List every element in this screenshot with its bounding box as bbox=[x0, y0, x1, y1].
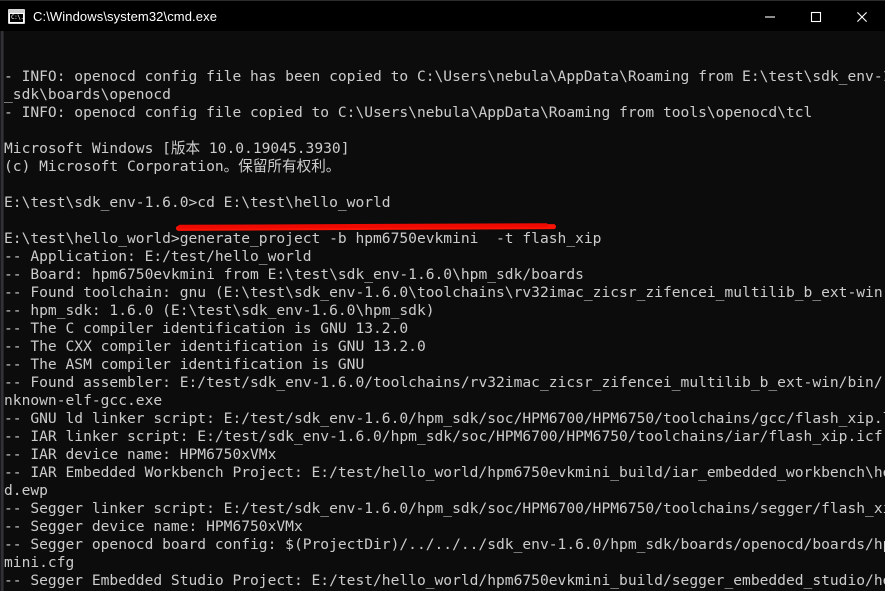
terminal-line: -- Segger linker script: E:/test/sdk_env… bbox=[4, 500, 885, 517]
close-button[interactable] bbox=[839, 1, 885, 32]
cmd-window: C:\. C:\Windows\system32\cmd.exe - INFO:… bbox=[0, 0, 885, 591]
terminal-line: mini.cfg bbox=[4, 554, 75, 571]
cmd-icon-titlestrip bbox=[9, 9, 24, 13]
terminal-lines: - INFO: openocd config file has been cop… bbox=[4, 68, 885, 591]
minimize-button[interactable] bbox=[747, 1, 793, 32]
terminal-line: (c) Microsoft Corporation。保留所有权利。 bbox=[4, 158, 341, 175]
terminal-line: -- The CXX compiler identification is GN… bbox=[4, 338, 426, 355]
terminal-line: E:\test\hello_world>generate_project -b … bbox=[4, 230, 602, 247]
terminal-line: E:\test\sdk_env-1.6.0>cd E:\test\hello_w… bbox=[4, 194, 391, 211]
cmd-icon-screen: C:\. bbox=[10, 13, 23, 22]
terminal-line: -- GNU ld linker script: E:/test/sdk_env… bbox=[4, 410, 885, 427]
terminal-line: - INFO: openocd config file has been cop… bbox=[4, 68, 885, 85]
terminal-line: -- Board: hpm6750evkmini from E:\test\sd… bbox=[4, 266, 584, 283]
terminal-output[interactable]: - INFO: openocd config file has been cop… bbox=[4, 31, 885, 591]
terminal-line: -- Segger openocd board config: $(Projec… bbox=[4, 536, 885, 553]
terminal-line: -- The C compiler identification is GNU … bbox=[4, 320, 409, 337]
window-title: C:\Windows\system32\cmd.exe bbox=[33, 8, 218, 24]
console-area: - INFO: openocd config file has been cop… bbox=[0, 31, 885, 591]
terminal-line: -- Segger device name: HPM6750xVMx bbox=[4, 518, 303, 535]
terminal-line: -- hpm_sdk: 1.6.0 (E:\test\sdk_env-1.6.0… bbox=[4, 302, 435, 319]
terminal-line: - INFO: openocd config file copied to C:… bbox=[4, 104, 813, 121]
terminal-line: -- Found toolchain: gnu (E:\test\sdk_env… bbox=[4, 284, 885, 301]
cmd-icon: C:\. bbox=[8, 8, 25, 24]
terminal-line: -- Segger Embedded Studio Project: E:/te… bbox=[4, 572, 885, 589]
terminal-line: -- IAR Embedded Workbench Project: E:/te… bbox=[4, 464, 885, 481]
terminal-line: -- The ASM compiler identification is GN… bbox=[4, 356, 365, 373]
terminal-line: d.ewp bbox=[4, 482, 48, 499]
terminal-line: nknown-elf-gcc.exe bbox=[4, 392, 163, 409]
terminal-line: Microsoft Windows [版本 10.0.19045.3930] bbox=[4, 140, 350, 157]
terminal-line: -- IAR device name: HPM6750xVMx bbox=[4, 446, 277, 463]
window-controls bbox=[747, 1, 885, 32]
terminal-line: -- IAR linker script: E:/test/sdk_env-1.… bbox=[4, 428, 883, 445]
terminal-line: _sdk\boards\openocd bbox=[4, 86, 171, 103]
terminal-line: -- Found assembler: E:/test/sdk_env-1.6.… bbox=[4, 374, 885, 391]
title-bar[interactable]: C:\. C:\Windows\system32\cmd.exe bbox=[0, 0, 885, 31]
terminal-line: -- Application: E:/test/hello_world bbox=[4, 248, 312, 265]
maximize-button[interactable] bbox=[793, 1, 839, 32]
